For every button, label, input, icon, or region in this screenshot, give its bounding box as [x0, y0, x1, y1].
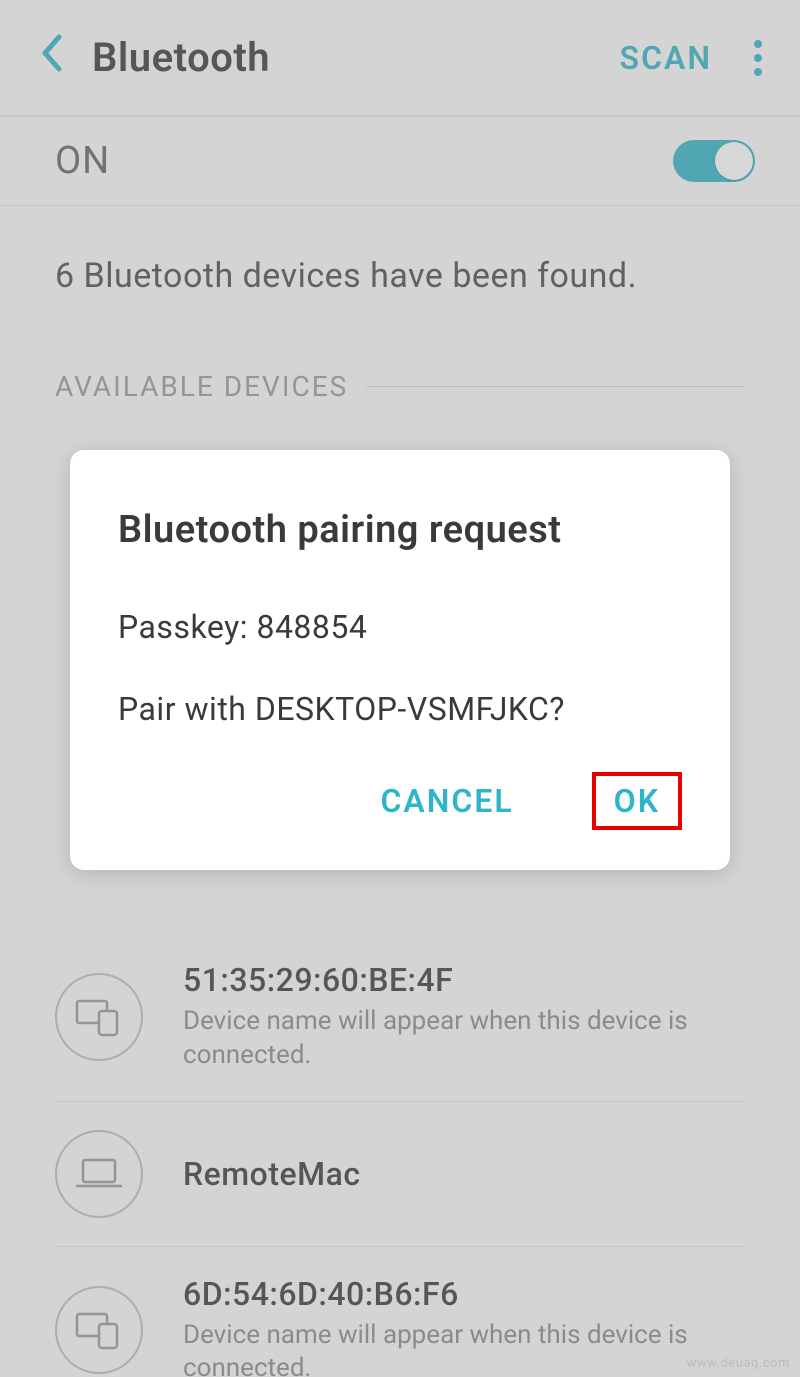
passkey-label: Passkey: [118, 608, 248, 646]
pair-prefix: Pair with [118, 690, 246, 728]
pairing-dialog: Bluetooth pairing request Passkey: 84885… [70, 450, 730, 870]
passkey-line: Passkey: 848854 [118, 608, 682, 646]
dialog-title: Bluetooth pairing request [118, 508, 682, 552]
pair-question: Pair with DESKTOP-VSMFJKC? [118, 690, 682, 728]
passkey-value: 848854 [256, 608, 367, 646]
pair-device-name: DESKTOP-VSMFJKC? [255, 690, 565, 728]
ok-button[interactable]: OK [592, 772, 682, 830]
watermark: www.deuaq.com [687, 1356, 790, 1371]
dialog-actions: CANCEL OK [118, 772, 682, 830]
cancel-button[interactable]: CANCEL [362, 772, 531, 830]
